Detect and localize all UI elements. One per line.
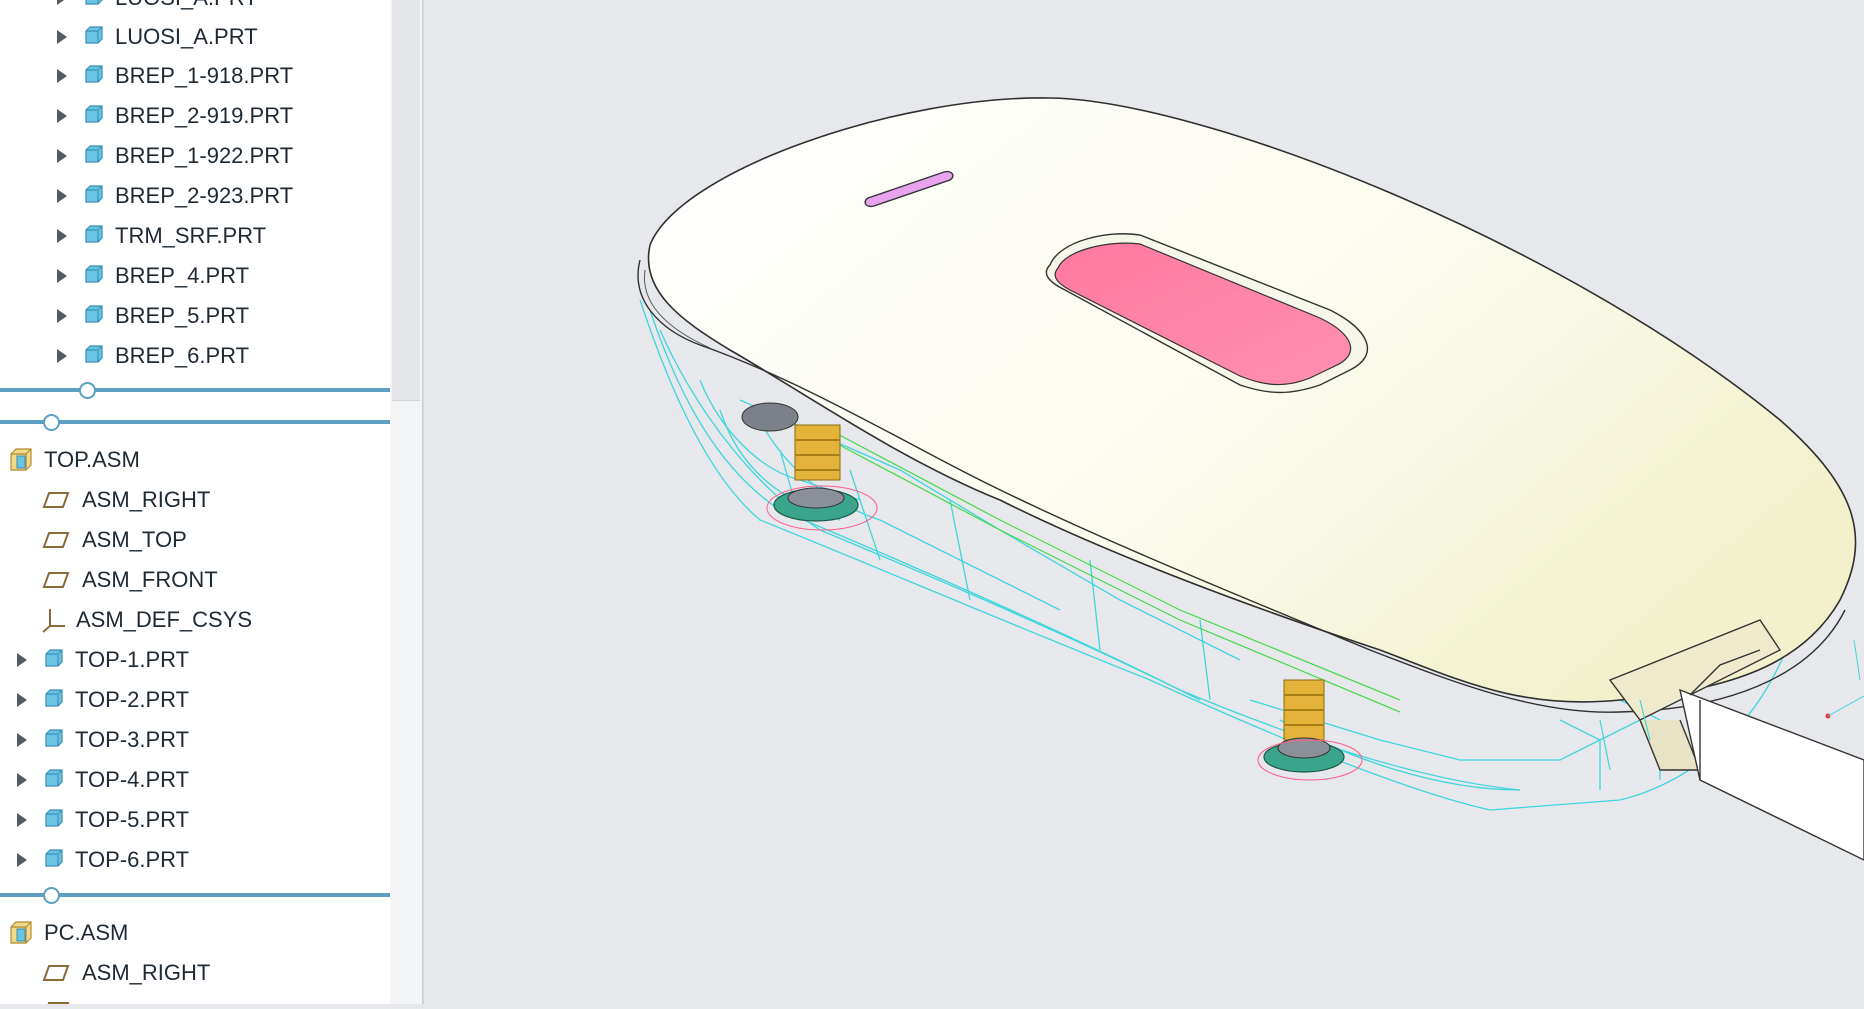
expand-arrow-icon[interactable]	[57, 349, 67, 363]
tree-item-datum-plane[interactable]	[42, 990, 82, 1004]
datum-plane-icon	[42, 492, 70, 508]
assembly-icon	[10, 448, 32, 471]
tree-item-label: TOP.ASM	[44, 447, 140, 472]
tree-item-label: TOP-3.PRT	[75, 727, 190, 752]
tree-item-coordinate-system[interactable]: ASM_DEF_CSYS	[40, 600, 252, 640]
tree-item-datum-plane[interactable]: ASM_TOP	[42, 520, 187, 560]
expand-arrow-icon[interactable]	[17, 813, 27, 827]
part-icon	[85, 105, 103, 123]
tree-item-part[interactable]: BREP_4.PRT	[57, 256, 249, 296]
model-3d-view[interactable]	[437, 0, 1864, 1004]
part-icon	[45, 849, 63, 867]
tree-item-part[interactable]: BREP_2-919.PRT	[57, 96, 293, 136]
graphics-viewport[interactable]	[437, 0, 1864, 1004]
tree-item-label: TRM_SRF.PRT	[115, 223, 267, 248]
expand-arrow-icon[interactable]	[17, 653, 27, 667]
tree-item-label: BREP_2-923.PRT	[115, 183, 294, 208]
part-icon	[85, 145, 103, 163]
tree-item-label: BREP_2-919.PRT	[115, 103, 294, 128]
expand-arrow-icon[interactable]	[17, 853, 27, 867]
coordinate-system-icon	[42, 609, 65, 633]
tree-item-datum-plane[interactable]: ASM_RIGHT	[42, 480, 210, 520]
tree-item-label: LUOSI_A.PRT	[115, 0, 258, 11]
tree-item-part[interactable]: TOP-2.PRT	[17, 680, 189, 720]
part-icon	[45, 809, 63, 827]
expand-arrow-icon[interactable]	[17, 733, 27, 747]
tree-item-label: ASM_TOP	[82, 527, 187, 552]
expand-arrow-icon[interactable]	[57, 189, 67, 203]
tree-item-top-asm[interactable]: TOP.ASM	[8, 440, 140, 480]
datum-plane-icon	[42, 965, 70, 981]
expand-arrow-icon[interactable]	[57, 149, 67, 163]
tree-item-datum-plane[interactable]: ASM_FRONT	[42, 560, 218, 600]
tree-item-part[interactable]: BREP_1-922.PRT	[57, 136, 293, 176]
part-icon	[85, 345, 103, 363]
part-icon	[85, 225, 103, 243]
tree-item-label: TOP-2.PRT	[75, 687, 190, 712]
part-icon	[85, 26, 103, 44]
scrollbar-thumb[interactable]	[392, 0, 420, 401]
tree-item-label: BREP_6.PRT	[115, 343, 250, 368]
expand-arrow-icon[interactable]	[57, 109, 67, 123]
tree-item-part[interactable]: TOP-5.PRT	[17, 800, 189, 840]
part-icon	[85, 0, 103, 5]
tree-item-label: ASM_RIGHT	[82, 960, 211, 985]
part-icon	[45, 729, 63, 747]
tree-item-label: BREP_1-922.PRT	[115, 143, 294, 168]
tree-item-part[interactable]: TOP-3.PRT	[17, 720, 189, 760]
tree-item-label: ASM_FRONT	[82, 567, 218, 592]
expand-arrow-icon[interactable]	[17, 773, 27, 787]
part-icon	[45, 769, 63, 787]
tree-item-part[interactable]: LUOSI_A.PRT	[57, 0, 258, 18]
tree-item-label: TOP-5.PRT	[75, 807, 190, 832]
tree-item-part[interactable]: TOP-1.PRT	[17, 640, 189, 680]
tree-item-part[interactable]: LUOSI_A.PRT	[57, 17, 258, 57]
tree-item-label: TOP-1.PRT	[75, 647, 190, 672]
section-splitter[interactable]	[0, 382, 390, 399]
expand-arrow-icon[interactable]	[57, 30, 67, 44]
expand-arrow-icon[interactable]	[57, 309, 67, 323]
part-icon	[85, 305, 103, 323]
tree-item-part[interactable]: BREP_5.PRT	[57, 296, 249, 336]
model-tree-panel: LUOSI_A.PRT LUOSI_A.PRT BREP_1-918.PRT B…	[0, 0, 391, 1004]
section-splitter[interactable]	[0, 887, 390, 904]
part-icon	[85, 265, 103, 283]
section-splitter[interactable]	[0, 414, 390, 431]
tree-item-part[interactable]: TOP-6.PRT	[17, 840, 189, 880]
assembly-icon	[10, 921, 32, 944]
panel-sash[interactable]	[423, 0, 438, 1004]
expand-arrow-icon[interactable]	[57, 0, 67, 5]
expand-arrow-icon[interactable]	[57, 269, 67, 283]
part-icon	[45, 689, 63, 707]
splitter-handle[interactable]	[43, 887, 60, 904]
tree-item-label: BREP_4.PRT	[115, 263, 250, 288]
tree-item-datum-plane[interactable]: ASM_RIGHT	[42, 953, 210, 993]
tree-item-pc-asm[interactable]: PC.ASM	[8, 913, 128, 953]
splitter-handle[interactable]	[79, 382, 96, 399]
tree-item-label: TOP-6.PRT	[75, 847, 190, 872]
part-icon	[85, 65, 103, 83]
tree-scrollbar[interactable]	[390, 0, 423, 1004]
tree-item-part[interactable]: BREP_2-923.PRT	[57, 176, 293, 216]
tree-item-label: PC.ASM	[44, 920, 129, 945]
tree-item-label: ASM_RIGHT	[82, 487, 211, 512]
tree-item-label: BREP_5.PRT	[115, 303, 250, 328]
expand-arrow-icon[interactable]	[57, 229, 67, 243]
top-shell[interactable]	[647, 97, 1857, 703]
tree-item-label: TOP-4.PRT	[75, 767, 190, 792]
datum-plane-icon	[42, 532, 70, 548]
datum-plane-icon	[42, 572, 70, 588]
tree-item-part[interactable]: TOP-4.PRT	[17, 760, 189, 800]
tree-item-label: LUOSI_A.PRT	[115, 24, 258, 49]
tree-item-label: ASM_DEF_CSYS	[76, 607, 253, 632]
expand-arrow-icon[interactable]	[17, 693, 27, 707]
tree-item-label: BREP_1-918.PRT	[115, 63, 294, 88]
part-icon	[85, 185, 103, 203]
splitter-handle[interactable]	[43, 414, 60, 431]
part-icon	[45, 649, 63, 667]
tree-item-part[interactable]: BREP_6.PRT	[57, 336, 249, 376]
expand-arrow-icon[interactable]	[57, 69, 67, 83]
tree-item-part[interactable]: TRM_SRF.PRT	[57, 216, 266, 256]
tree-item-part[interactable]: BREP_1-918.PRT	[57, 56, 293, 96]
